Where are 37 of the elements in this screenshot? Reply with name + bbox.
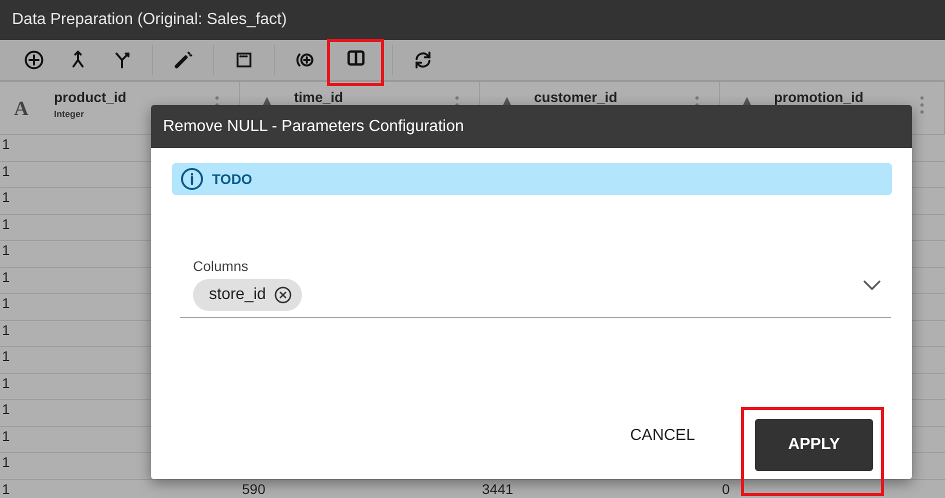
table-cell: 1 [2,189,10,205]
table-cell: 1 [2,322,10,338]
field-label: Columns [193,257,250,276]
table-cell: 0 [722,480,730,496]
column-type: Integer [54,108,84,121]
table-cell: 590 [242,480,266,496]
table-cell: 1 [2,136,10,152]
column-name: product_id [54,88,126,107]
table-cell: 1 [2,295,10,311]
cancel-button[interactable]: CANCEL [624,423,701,449]
table-cell: 1 [2,428,10,444]
table-cell: 1 [2,401,10,417]
table-cell: 1 [2,480,10,496]
table-cell: 1 [2,162,10,178]
table-cell: 1 [2,242,10,258]
dialog-title: Remove NULL - Parameters Configuration [151,105,912,148]
table-cell: 3441 [482,480,514,496]
table-cell: 1 [2,268,10,284]
table-cell: 1 [2,374,10,390]
columns-button[interactable] [327,38,384,86]
chevron-down-icon[interactable] [863,280,881,290]
info-icon [180,167,204,191]
add-icon [23,49,45,71]
remove-icon[interactable] [274,286,292,304]
info-text: TODO [212,170,252,188]
wand-icon [172,49,194,71]
table-cell: 1 [2,454,10,470]
table-cell: 1 [2,216,10,232]
apply-button[interactable]: APPLY [755,419,873,471]
columns-select[interactable]: Columns store_id [180,254,891,318]
column-name: customer_id [534,88,618,107]
window-title: Data Preparation (Original: Sales_fact) [0,0,945,40]
column-chip[interactable]: store_id [193,279,302,311]
column-name: promotion_id [774,88,864,107]
type-symbol: A [14,97,28,122]
column-name: time_id [294,88,344,107]
table-cell: 1 [2,348,10,364]
